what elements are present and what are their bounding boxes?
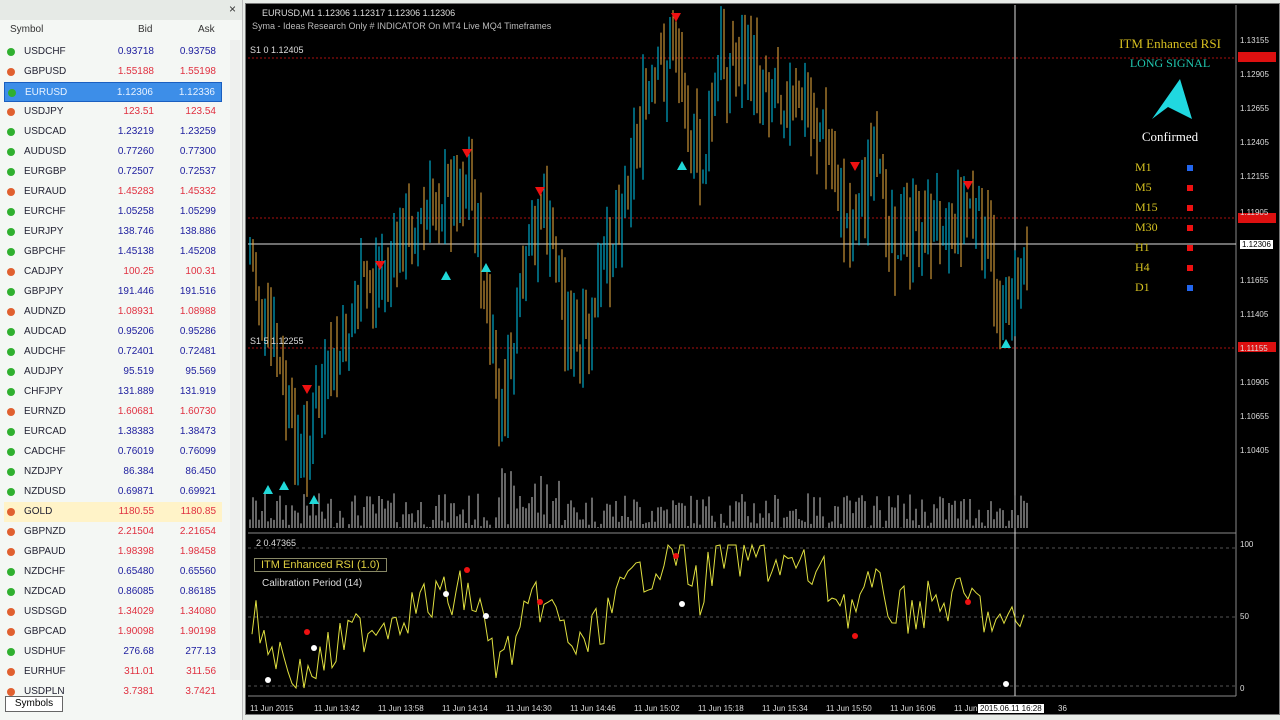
chart-title: EURUSD,M1 1.12306 1.12317 1.12306 1.1230… (262, 8, 456, 18)
timeframe-label: M30 (1135, 220, 1158, 234)
level-price-marker (1238, 52, 1276, 62)
indicator-level-0: 0 (1240, 684, 1245, 693)
level-top-label: S1 0 1.12405 (250, 45, 304, 55)
rsi-buy-marker (483, 613, 489, 619)
current-price-label: 1.12306 (1240, 240, 1273, 249)
price-axis-label: 1.11905 (1240, 208, 1269, 217)
long-arrow-icon (1152, 79, 1192, 119)
buy-arrow-icon (1001, 339, 1011, 348)
buy-arrow-icon (309, 495, 319, 504)
level-mid-label: S1 5 1.12255 (250, 336, 304, 346)
price-axis-label: 1.13155 (1240, 36, 1269, 45)
time-axis-label: 11 Jun 13:58 (378, 704, 424, 713)
panel-status: Confirmed (1141, 129, 1199, 144)
rsi-buy-marker (311, 645, 317, 651)
timeframe-status-icon (1187, 245, 1193, 251)
chart-canvas (248, 5, 1276, 697)
time-axis-label: 11 Jun 13:42 (314, 704, 360, 713)
rsi-sell-marker (852, 633, 858, 639)
timeframe-label: M15 (1135, 200, 1158, 214)
sell-arrow-icon (850, 162, 860, 171)
timeframe-label: H4 (1135, 260, 1150, 274)
indicator-name: ITM Enhanced RSI (1.0) (254, 558, 387, 572)
price-axis-label: 1.12155 (1240, 172, 1269, 181)
rsi-sell-marker (965, 599, 971, 605)
time-axis-label: 11 Jun 14:30 (506, 704, 552, 713)
time-axis-label: 11 Jun 15:50 (826, 704, 872, 713)
price-axis-label: 1.11155 (1240, 344, 1268, 353)
price-axis-label: 1.11655 (1240, 276, 1269, 285)
time-axis-label: 11 Jun 16:06 (890, 704, 936, 713)
timeframe-status-icon (1187, 185, 1193, 191)
time-axis-label: 11 Jun 15:34 (762, 704, 808, 713)
timeframe-label: M5 (1135, 180, 1152, 194)
buy-arrow-icon (441, 271, 451, 280)
timeframe-status-icon (1187, 225, 1193, 231)
timeframe-label: M1 (1135, 160, 1152, 174)
time-axis-label: 11 Jun 14:14 (442, 704, 488, 713)
panel-signal: LONG SIGNAL (1129, 56, 1211, 70)
buy-arrow-icon (481, 263, 491, 272)
price-axis-label: 1.10655 (1240, 412, 1269, 421)
buy-arrow-icon (677, 161, 687, 170)
price-axis-label: 1.11405 (1240, 310, 1269, 319)
signal-panel: ITM Enhanced RSI LONG SIGNAL Confirmed (1110, 36, 1230, 145)
time-axis-label: 11 Jun 15:02 (634, 704, 680, 713)
time-axis-label: 11 Jun 15:18 (698, 704, 744, 713)
chart-subtitle: Syma - Ideas Research Only # INDICATOR O… (252, 21, 552, 31)
sell-arrow-icon (302, 385, 312, 394)
rsi-buy-marker (1003, 681, 1009, 687)
crosshair-extra: 36 (1058, 704, 1067, 713)
panel-title: ITM Enhanced RSI (1119, 36, 1221, 51)
rsi-buy-marker (679, 601, 685, 607)
buy-arrow-icon (279, 481, 289, 490)
crosshair-time: 2015.06.11 16:28 (978, 704, 1044, 713)
price-axis-label: 1.12655 (1240, 104, 1269, 113)
timeframe-status-icon (1187, 265, 1193, 271)
indicator-level-50: 50 (1240, 612, 1249, 621)
rsi-sell-marker (537, 599, 543, 605)
time-axis-label: 11 Jun 14:46 (570, 704, 616, 713)
rsi-buy-marker (265, 677, 271, 683)
indicator-level-100: 100 (1240, 540, 1254, 549)
price-axis-label: 1.12405 (1240, 138, 1269, 147)
timeframe-label: H1 (1135, 240, 1150, 254)
timeframe-status-icon (1187, 205, 1193, 211)
timeframe-status-icon (1187, 165, 1193, 171)
timeframe-label: D1 (1135, 280, 1150, 294)
rsi-buy-marker (443, 591, 449, 597)
sell-arrow-icon (462, 149, 472, 158)
timeframe-status-icon (1187, 285, 1193, 291)
rsi-sell-marker (304, 629, 310, 635)
indicator-param: Calibration Period (14) (262, 578, 363, 589)
buy-arrow-icon (263, 485, 273, 494)
time-axis-label: 11 Jun 2015 (250, 704, 294, 713)
indicator-header: 2 0.47365 (256, 538, 297, 548)
price-axis-label: 1.10405 (1240, 446, 1269, 455)
price-axis-label: 1.10905 (1240, 378, 1269, 387)
price-axis-label: 1.12905 (1240, 70, 1269, 79)
rsi-sell-marker (464, 567, 470, 573)
rsi-sell-marker (673, 553, 679, 559)
